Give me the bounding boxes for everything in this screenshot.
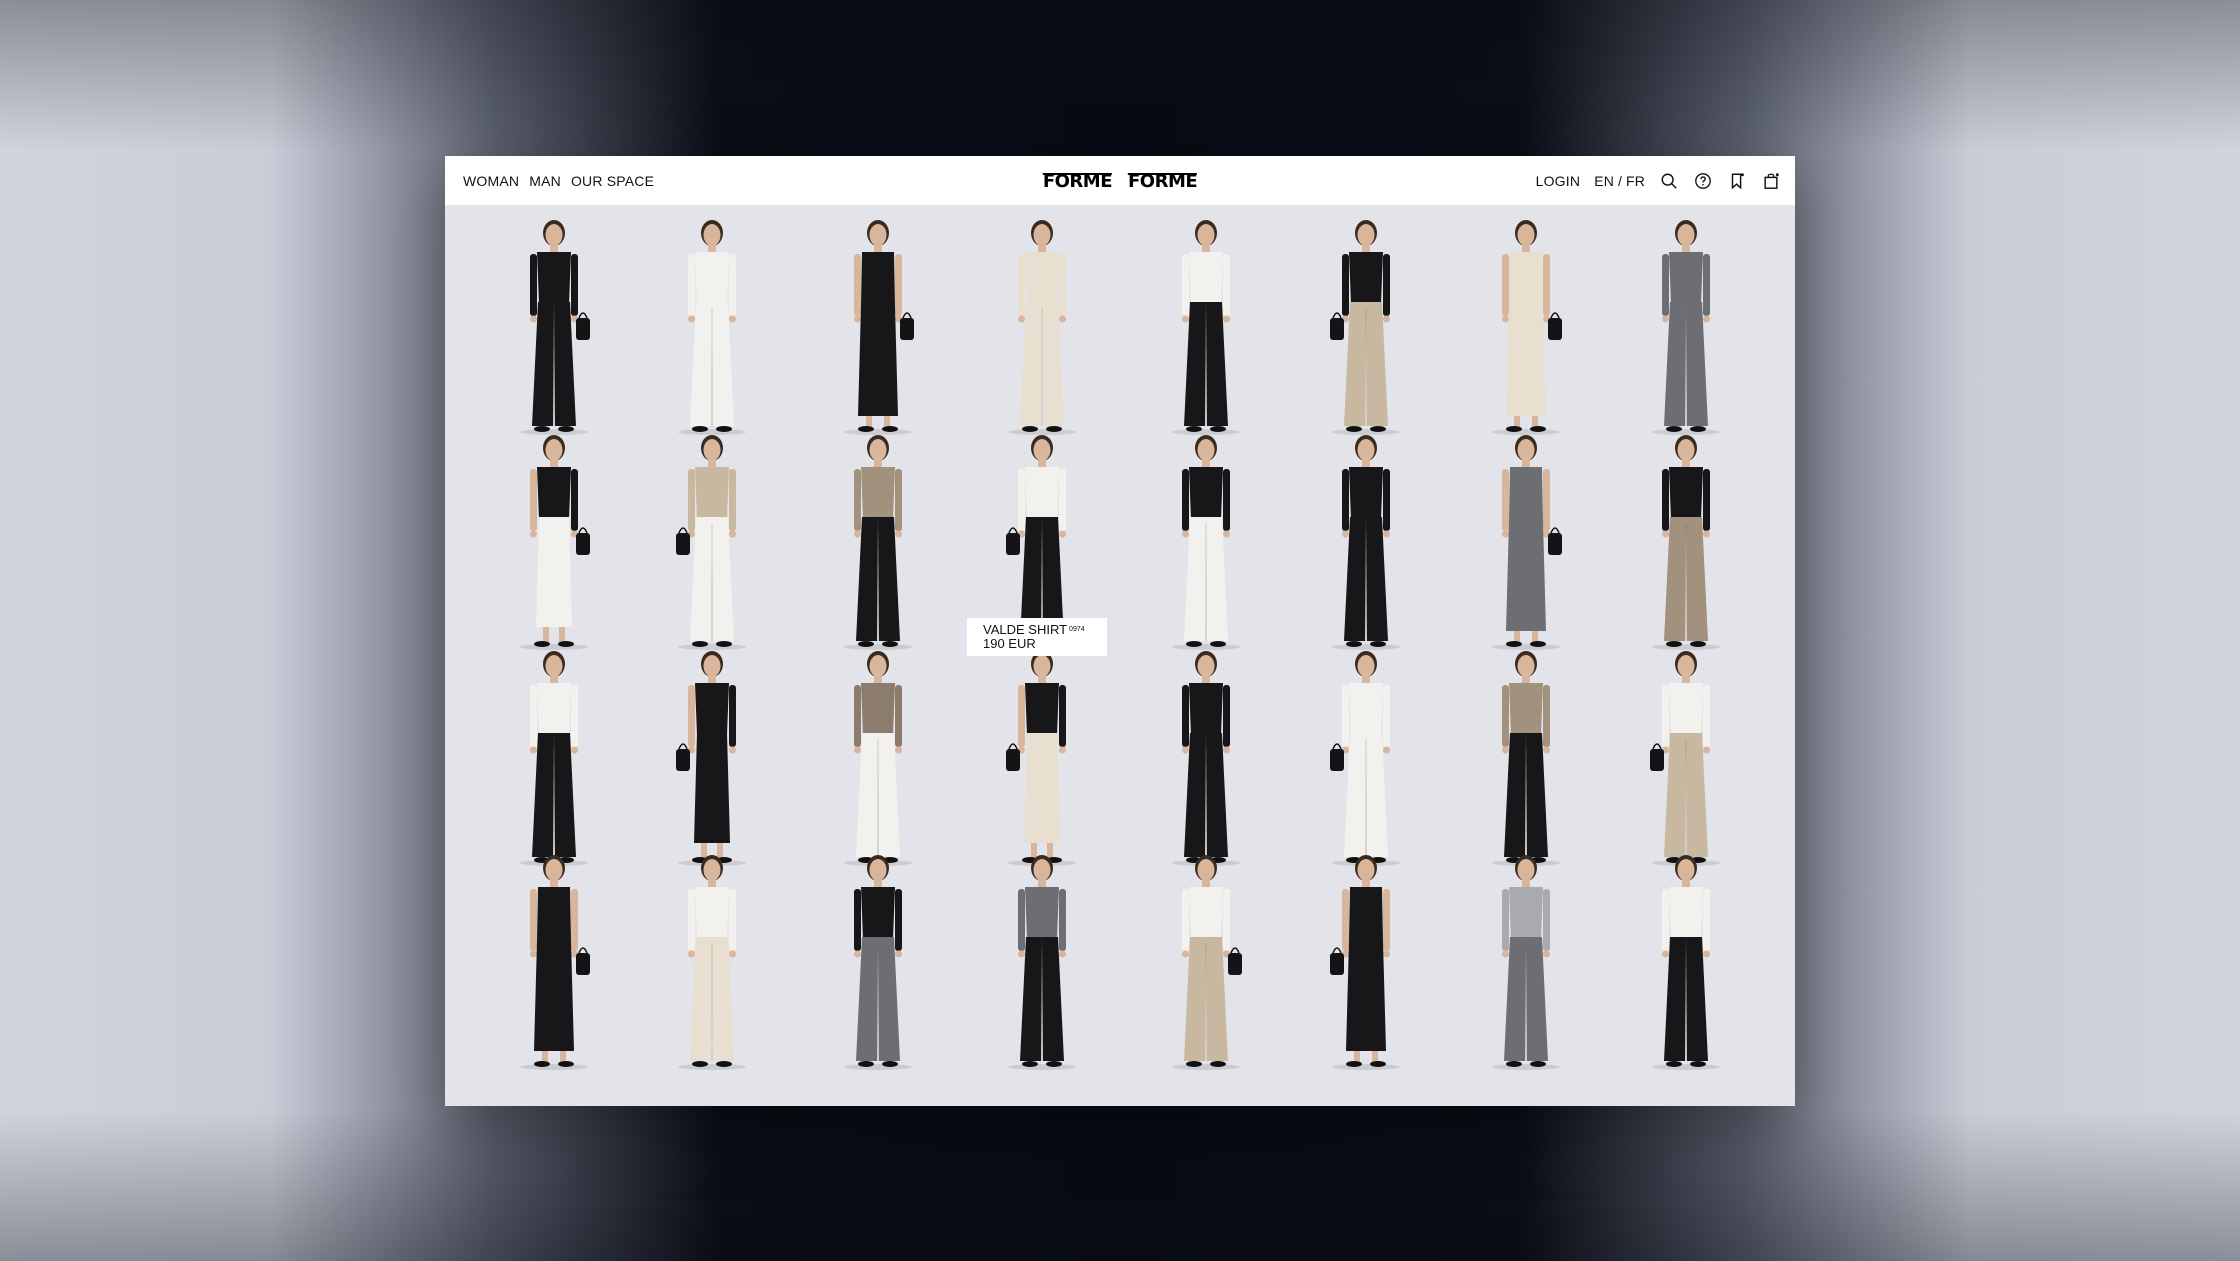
product-card[interactable] bbox=[958, 216, 1126, 438]
utility-nav: LOGIN EN / FR bbox=[1536, 156, 1781, 206]
product-hover-card[interactable]: VALDE SHIRT 0974 190 EUR bbox=[967, 618, 1107, 656]
product-image bbox=[1282, 647, 1450, 869]
product-card[interactable] bbox=[1442, 431, 1610, 653]
browser-window: WOMAN MAN OUR SPACE FORME FORME LOGIN EN… bbox=[445, 156, 1795, 1106]
product-card[interactable] bbox=[958, 647, 1126, 869]
product-image bbox=[794, 431, 962, 653]
product-image bbox=[628, 851, 796, 1073]
product-card[interactable] bbox=[470, 851, 638, 1073]
product-card[interactable] bbox=[794, 216, 962, 438]
product-card[interactable] bbox=[958, 851, 1126, 1073]
product-code: 0974 bbox=[1069, 626, 1085, 633]
product-image bbox=[1602, 431, 1770, 653]
product-card[interactable] bbox=[1602, 647, 1770, 869]
product-name: VALDE SHIRT bbox=[983, 622, 1068, 637]
product-image bbox=[958, 851, 1126, 1073]
product-card[interactable] bbox=[1282, 851, 1450, 1073]
product-image bbox=[1122, 216, 1290, 438]
product-image bbox=[470, 647, 638, 869]
product-image bbox=[628, 216, 796, 438]
product-image bbox=[628, 647, 796, 869]
product-image bbox=[1282, 216, 1450, 438]
lang-separator: / bbox=[1618, 173, 1622, 189]
product-image bbox=[1602, 647, 1770, 869]
product-card[interactable] bbox=[1282, 216, 1450, 438]
product-grid bbox=[445, 206, 1795, 1106]
product-image bbox=[958, 216, 1126, 438]
product-card[interactable] bbox=[1602, 851, 1770, 1073]
site-header: WOMAN MAN OUR SPACE FORME FORME LOGIN EN… bbox=[445, 156, 1795, 206]
product-card[interactable] bbox=[1282, 431, 1450, 653]
product-price: 190 EUR bbox=[983, 636, 1036, 651]
product-image bbox=[794, 647, 962, 869]
help-icon[interactable] bbox=[1693, 171, 1713, 191]
product-card[interactable] bbox=[794, 431, 962, 653]
product-image bbox=[1442, 431, 1610, 653]
search-icon[interactable] bbox=[1659, 171, 1679, 191]
logo-word-1: FORME bbox=[1042, 170, 1113, 192]
product-card[interactable] bbox=[1122, 431, 1290, 653]
bag-icon[interactable] bbox=[1761, 171, 1781, 191]
nav-link-our-space[interactable]: OUR SPACE bbox=[571, 173, 654, 189]
site-logo[interactable]: FORME FORME bbox=[1042, 156, 1198, 206]
product-card[interactable] bbox=[628, 647, 796, 869]
product-card[interactable] bbox=[794, 647, 962, 869]
product-image bbox=[1602, 851, 1770, 1073]
bookmark-icon[interactable] bbox=[1727, 171, 1747, 191]
lang-fr[interactable]: FR bbox=[1626, 173, 1645, 189]
product-card[interactable] bbox=[1122, 851, 1290, 1073]
language-switcher: EN / FR bbox=[1594, 173, 1645, 189]
product-card[interactable] bbox=[470, 216, 638, 438]
product-image bbox=[1442, 851, 1610, 1073]
product-card[interactable] bbox=[628, 851, 796, 1073]
product-name-row: VALDE SHIRT 0974 bbox=[983, 623, 1091, 637]
product-image bbox=[628, 431, 796, 653]
product-image bbox=[1442, 216, 1610, 438]
product-image bbox=[1442, 647, 1610, 869]
nav-link-man[interactable]: MAN bbox=[529, 173, 561, 189]
product-card[interactable] bbox=[1442, 647, 1610, 869]
product-card[interactable] bbox=[1122, 647, 1290, 869]
product-card[interactable] bbox=[794, 851, 962, 1073]
product-image bbox=[1122, 647, 1290, 869]
product-card[interactable] bbox=[1602, 216, 1770, 438]
product-image bbox=[1282, 851, 1450, 1073]
logo-word-2: FORME bbox=[1128, 170, 1198, 192]
primary-nav: WOMAN MAN OUR SPACE bbox=[463, 156, 654, 206]
product-card[interactable] bbox=[628, 431, 796, 653]
product-card[interactable] bbox=[628, 216, 796, 438]
product-image bbox=[470, 851, 638, 1073]
product-image bbox=[470, 431, 638, 653]
lang-en[interactable]: EN bbox=[1594, 173, 1614, 189]
product-image bbox=[1122, 851, 1290, 1073]
product-card[interactable] bbox=[1282, 647, 1450, 869]
product-card[interactable] bbox=[1442, 851, 1610, 1073]
product-image bbox=[958, 647, 1126, 869]
product-image bbox=[470, 216, 638, 438]
product-card[interactable] bbox=[470, 647, 638, 869]
product-image bbox=[1122, 431, 1290, 653]
product-card[interactable] bbox=[1602, 431, 1770, 653]
login-link[interactable]: LOGIN bbox=[1536, 173, 1581, 189]
nav-link-woman[interactable]: WOMAN bbox=[463, 173, 519, 189]
product-image bbox=[794, 216, 962, 438]
product-card[interactable] bbox=[1442, 216, 1610, 438]
product-card[interactable] bbox=[1122, 216, 1290, 438]
product-image bbox=[794, 851, 962, 1073]
product-image bbox=[1602, 216, 1770, 438]
product-card[interactable] bbox=[470, 431, 638, 653]
product-image bbox=[1282, 431, 1450, 653]
